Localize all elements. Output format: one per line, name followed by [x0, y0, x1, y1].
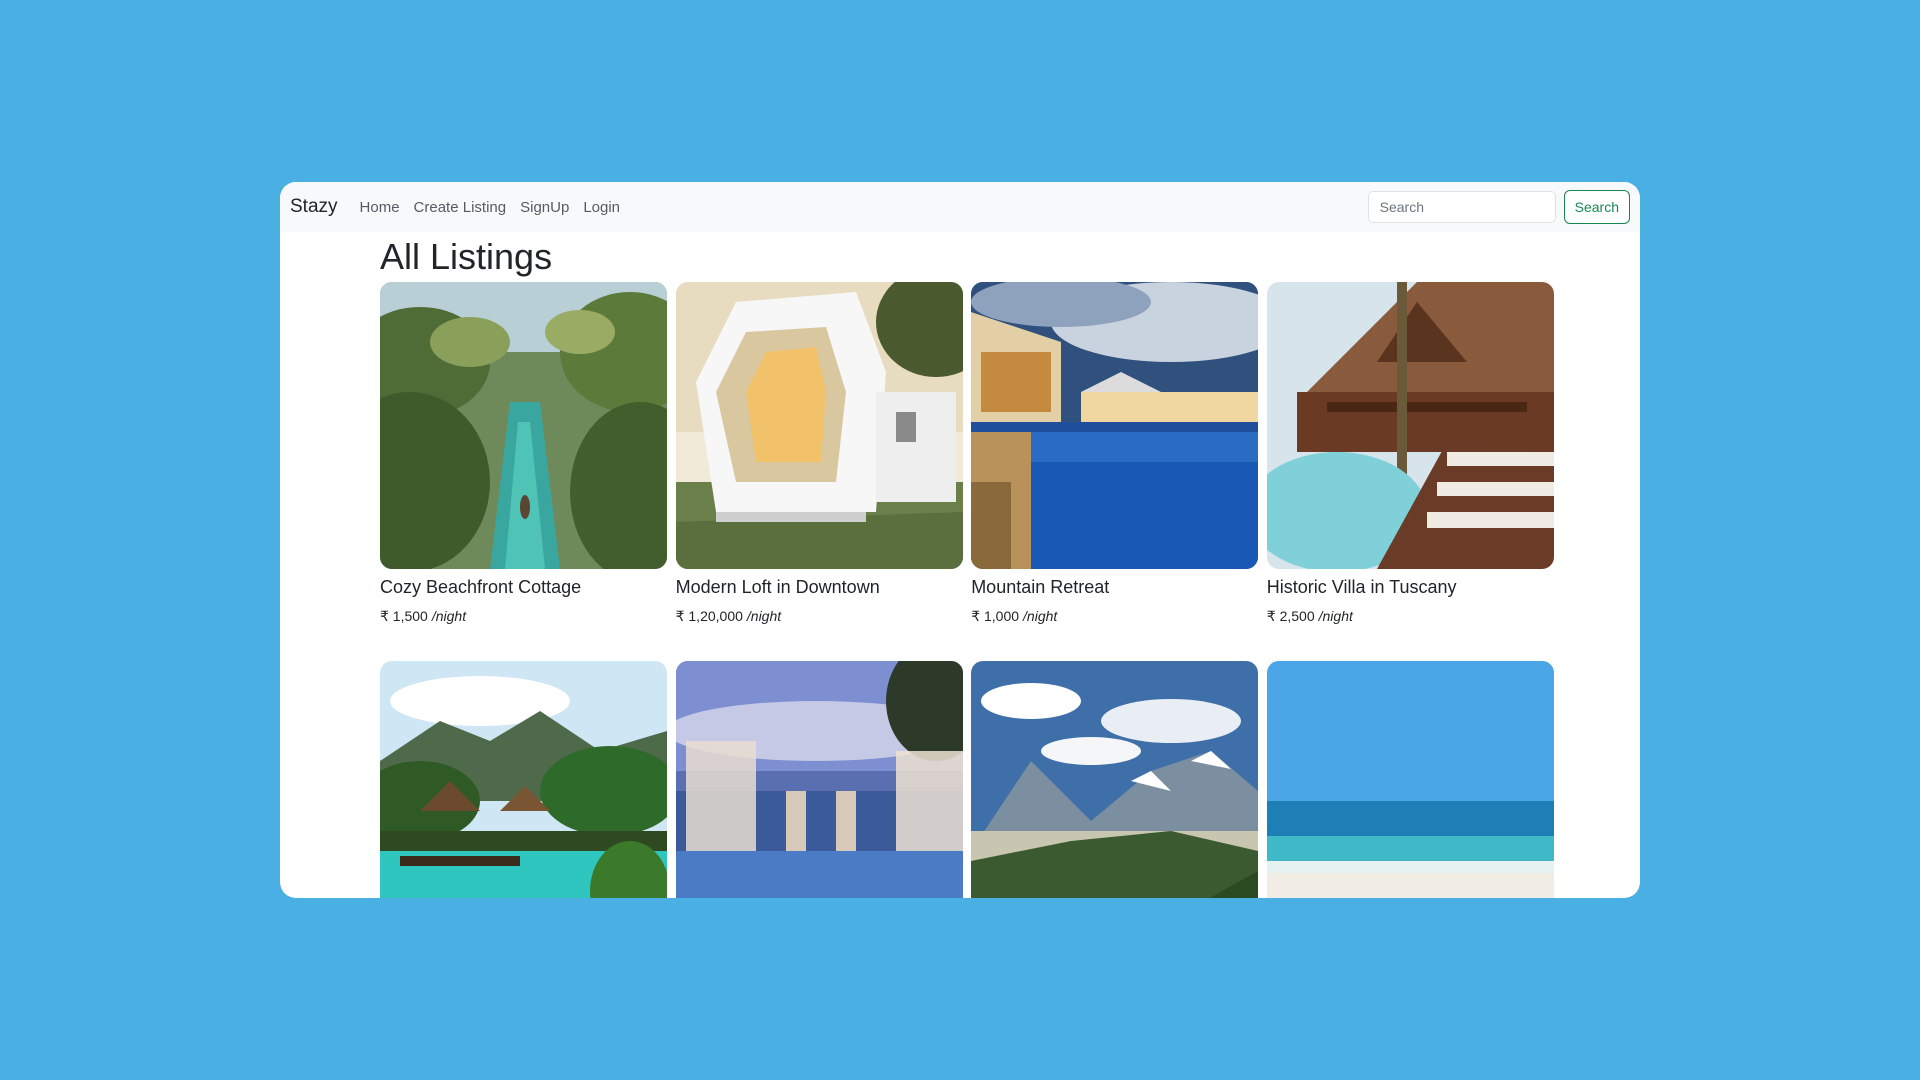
listing-title[interactable]: Mountain Retreat — [971, 577, 1258, 598]
nav-login-link[interactable]: Login — [583, 199, 620, 216]
listing-image-modern-white-house[interactable] — [675, 282, 963, 569]
listing-price: ₹ 1,000/night — [971, 608, 1258, 625]
listing-price-value: ₹ 1,500 — [380, 608, 428, 624]
listing-image-tropical-river-palms[interactable] — [380, 282, 667, 569]
page-title: All Listings — [380, 236, 553, 277]
listing-price-unit: /night — [431, 608, 467, 624]
listings-grid: Cozy Beachfront Cottage ₹ 1,500/night Mo… — [380, 282, 1554, 898]
listing-image-infinity-pool-cabanas[interactable] — [675, 661, 963, 898]
nav-home-link[interactable]: Home — [360, 199, 400, 216]
listing-card[interactable]: Historic Villa in Tuscany ₹ 2,500/night — [1266, 282, 1554, 625]
navbar: Stazy Home Create Listing SignUp Login S… — [280, 182, 1640, 232]
listing-price-value: ₹ 1,20,000 — [675, 608, 743, 624]
search-input[interactable] — [1367, 191, 1556, 223]
listing-image-tropical-resort-pool[interactable] — [380, 661, 667, 898]
listing-price-value: ₹ 1,000 — [971, 608, 1020, 624]
listing-card[interactable]: Mountain Retreat ₹ 1,000/night — [971, 282, 1259, 625]
listing-card[interactable] — [675, 661, 963, 898]
listing-title[interactable]: Cozy Beachfront Cottage — [380, 577, 667, 598]
listing-card[interactable]: Cozy Beachfront Cottage ₹ 1,500/night — [380, 282, 667, 625]
listing-card[interactable] — [1266, 661, 1554, 898]
listing-title[interactable]: Modern Loft in Downtown — [676, 577, 963, 598]
listing-image-mountain-valley[interactable] — [971, 661, 1259, 898]
search-button[interactable]: Search — [1563, 190, 1630, 224]
listing-image-resort-pool-night[interactable] — [971, 282, 1259, 569]
nav-signup-link[interactable]: SignUp — [520, 199, 569, 216]
listing-card[interactable]: Modern Loft in Downtown ₹ 1,20,000/night — [675, 282, 963, 625]
listing-image-wooden-villa-pool[interactable] — [1266, 282, 1554, 569]
brand-logo[interactable]: Stazy — [290, 196, 338, 218]
listing-price: ₹ 1,20,000/night — [676, 608, 963, 625]
listing-price-value: ₹ 2,500 — [1266, 608, 1315, 624]
listing-price-unit: /night — [1318, 608, 1353, 624]
listing-price-unit: /night — [1023, 608, 1058, 624]
listing-price: ₹ 1,500/night — [380, 608, 667, 625]
nav-create-listing-link[interactable]: Create Listing — [414, 199, 507, 216]
listing-card[interactable] — [380, 661, 667, 898]
search-form: Search — [1367, 190, 1630, 224]
listing-price-unit: /night — [746, 608, 782, 624]
listing-image-tropical-beach[interactable] — [1266, 661, 1554, 898]
listing-card[interactable] — [971, 661, 1259, 898]
listing-price: ₹ 2,500/night — [1267, 608, 1554, 625]
listing-title[interactable]: Historic Villa in Tuscany — [1267, 577, 1554, 598]
browser-window: Stazy Home Create Listing SignUp Login S… — [280, 182, 1640, 898]
